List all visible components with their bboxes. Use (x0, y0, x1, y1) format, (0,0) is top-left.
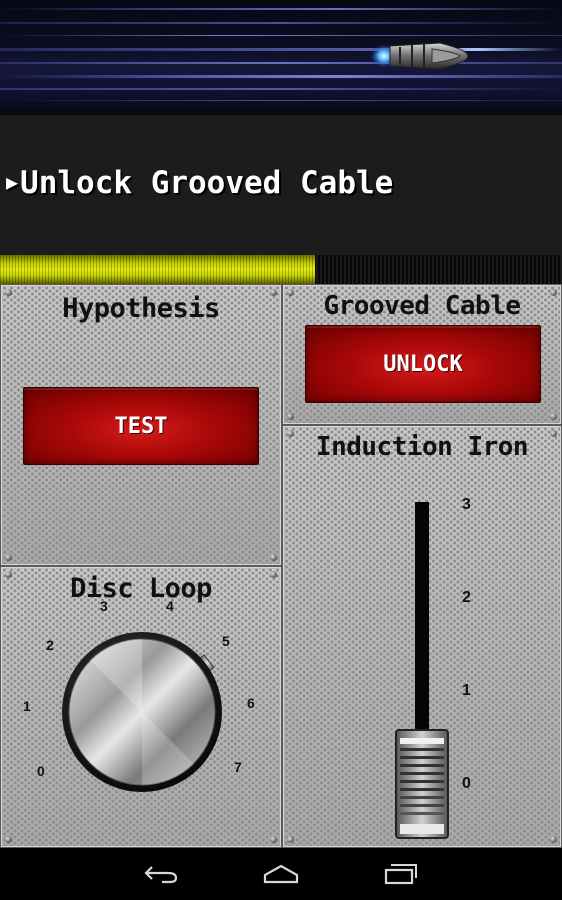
disc-loop-knob[interactable] (60, 630, 224, 794)
dial-label-6: 6 (247, 695, 255, 711)
mission-arrow-icon: ▶ (6, 170, 19, 194)
navigation-bar (0, 848, 562, 900)
screw-icon (270, 554, 277, 561)
mission-label: Unlock Grooved Cable (20, 165, 394, 201)
home-icon[interactable] (261, 858, 301, 890)
dial-label-2: 2 (46, 637, 54, 653)
induction-iron-title: Induction Iron (315, 432, 529, 462)
mission-progress-fill (0, 255, 315, 284)
space-scene (0, 0, 562, 115)
screw-icon (550, 413, 557, 420)
recent-apps-icon[interactable] (381, 858, 421, 890)
mission-banner: ▶Unlock Grooved Cable (0, 0, 562, 255)
slider-tick-3: 3 (462, 496, 471, 513)
disc-loop-title: Disc Loop (70, 573, 212, 604)
screw-icon (5, 554, 12, 561)
dial-label-0: 0 (37, 763, 45, 779)
screw-icon (270, 836, 277, 843)
unlock-button[interactable]: UNLOCK (305, 325, 541, 403)
induction-iron-slider-thumb[interactable] (394, 728, 450, 840)
mission-title: ▶Unlock Grooved Cable (6, 165, 393, 201)
grooved-cable-panel: Grooved Cable UNLOCK (282, 284, 562, 425)
test-button[interactable]: TEST (23, 387, 259, 465)
spaceship-icon (370, 42, 469, 70)
hypothesis-panel: Hypothesis TEST (0, 284, 282, 566)
slider-tick-1: 1 (462, 682, 471, 699)
mission-progress-bar (0, 255, 562, 284)
slider-tick-0: 0 (462, 775, 471, 792)
screw-icon (5, 836, 12, 843)
screw-icon (287, 836, 294, 843)
dial-label-3: 3 (100, 598, 108, 614)
grooved-cable-title: Grooved Cable (323, 291, 522, 321)
hypothesis-title: Hypothesis (62, 293, 220, 324)
induction-iron-slider-track[interactable] (415, 502, 429, 742)
dial-label-7: 7 (234, 759, 242, 775)
back-icon[interactable] (141, 858, 181, 890)
dial-label-4: 4 (166, 598, 174, 614)
screw-icon (550, 836, 557, 843)
dial-label-1: 1 (23, 698, 31, 714)
slider-tick-2: 2 (462, 589, 471, 606)
screw-icon (287, 413, 294, 420)
